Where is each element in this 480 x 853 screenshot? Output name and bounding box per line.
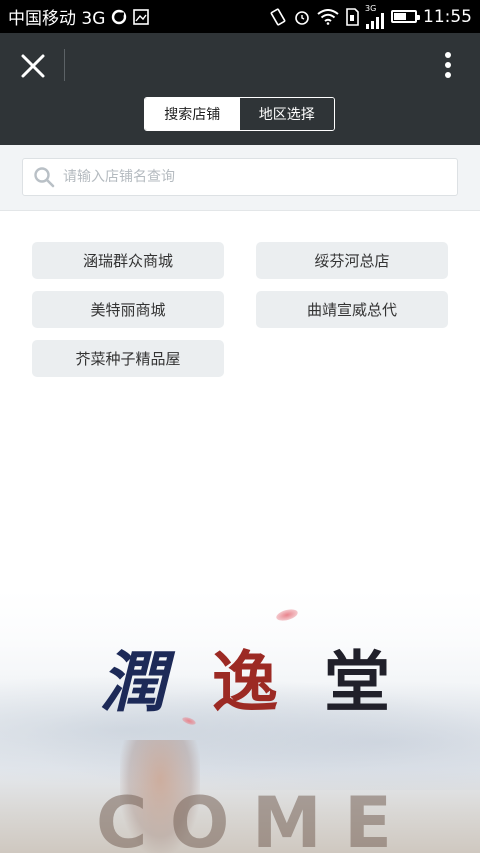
store-item[interactable]: 曲靖宣威总代 [256, 291, 448, 328]
carrier-label: 中国移动 3G [8, 9, 106, 29]
search-icon [33, 166, 55, 188]
brand-logo: 潤 逸 堂 [100, 632, 390, 722]
status-left: 中国移动 3G [8, 4, 150, 29]
store-item[interactable]: 美特丽商城 [32, 291, 224, 328]
battery-level-fill [394, 13, 407, 20]
logo-char: 潤 [100, 643, 166, 721]
brand-banner: 潤 逸 堂 C O M E [0, 590, 480, 853]
status-right: 3G 11:55 [269, 3, 472, 29]
store-item[interactable]: 芥菜种子精品屋 [32, 340, 224, 377]
search-input[interactable] [61, 168, 457, 186]
signal-icon: 3G [365, 3, 385, 29]
store-item[interactable]: 绥芬河总店 [256, 242, 448, 279]
app-header: 搜索店铺 地区选择 [0, 33, 480, 145]
come-lettering: C O M E [96, 782, 396, 853]
tab-switcher: 搜索店铺 地区选择 [144, 97, 335, 131]
come-letter: O [169, 782, 234, 853]
search-box [22, 158, 458, 196]
petal-decoration [275, 607, 299, 623]
more-options-button[interactable] [430, 47, 466, 83]
come-letter: M [251, 782, 326, 853]
data-sync-icon [111, 9, 127, 25]
come-letter: E [344, 782, 396, 853]
header-divider [64, 49, 65, 81]
store-item[interactable]: 涵瑞群众商城 [32, 242, 224, 279]
sim-icon [345, 7, 359, 26]
tab-search-store[interactable]: 搜索店铺 [145, 98, 240, 130]
wifi-icon [317, 8, 339, 25]
close-icon [21, 54, 45, 78]
network-type-label: 3G [365, 3, 377, 13]
search-area [0, 145, 480, 211]
come-letter: C [96, 782, 152, 853]
vibrate-icon [269, 8, 287, 26]
more-vertical-icon [445, 52, 451, 78]
close-button[interactable] [16, 49, 50, 83]
clock-time: 11:55 [423, 6, 472, 27]
battery-icon [391, 10, 420, 23]
logo-char: 堂 [324, 643, 390, 721]
status-bar: 中国移动 3G 3G 11:55 [0, 0, 480, 33]
image-notification-icon [133, 8, 150, 25]
logo-char: 逸 [212, 643, 278, 721]
store-list: 涵瑞群众商城 绥芬河总店 美特丽商城 曲靖宣威总代 芥菜种子精品屋 [32, 242, 448, 377]
alarm-icon [293, 8, 311, 26]
tab-region-select[interactable]: 地区选择 [239, 98, 334, 130]
